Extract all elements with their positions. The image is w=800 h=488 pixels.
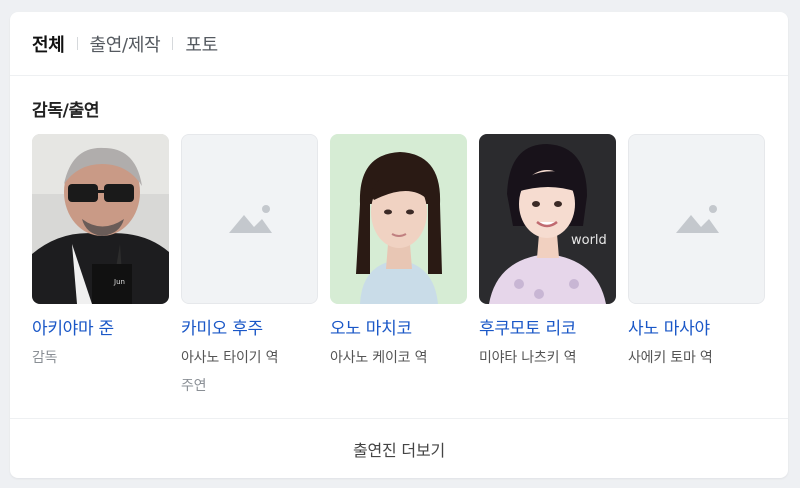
person-photo[interactable]: [330, 134, 467, 304]
person-name[interactable]: 오노 마치코: [330, 314, 467, 339]
tab-bar: 전체 출연/제작 포토: [10, 12, 788, 76]
person-item: world 후쿠모토 리코 미야타 나츠키 역: [479, 134, 616, 395]
person-item: 카미오 후주 아사노 타이기 역 주연: [181, 134, 318, 395]
image-placeholder-icon: [629, 135, 764, 303]
person-name[interactable]: 카미오 후주: [181, 314, 318, 339]
person-name[interactable]: 아키야마 준: [32, 314, 169, 339]
people-list: Jun 아키야마 준 감독 카미오 후주 아사노 타이기 역 주연 오노 마치코…: [32, 134, 765, 395]
cast-card: 전체 출연/제작 포토 감독/출연 Jun 아키야마 준 감독 카미오 후주 아…: [10, 12, 788, 478]
section-title: 감독/출연: [32, 101, 100, 121]
tab-all[interactable]: 전체: [32, 31, 65, 57]
person-item: 오노 마치코 아사노 케이코 역: [330, 134, 467, 395]
person-photo-placeholder[interactable]: [181, 134, 318, 304]
person-photo[interactable]: Jun: [32, 134, 169, 304]
person-role: 사에키 토마 역: [628, 350, 713, 366]
tab-divider: [76, 37, 78, 50]
person-name[interactable]: 사노 마사야: [628, 314, 765, 339]
person-item: 사노 마사야 사에키 토마 역: [628, 134, 765, 395]
person-role: 미야타 나츠키 역: [479, 350, 577, 366]
person-role: 감독: [32, 350, 58, 366]
tab-divider: [172, 37, 174, 50]
tab-cast-production[interactable]: 출연/제작: [90, 31, 161, 57]
person-name[interactable]: 후쿠모토 리코: [479, 314, 616, 339]
person-role: 아사노 케이코 역: [330, 350, 428, 366]
person-role-type: 주연: [181, 378, 207, 394]
person-role: 아사노 타이기 역: [181, 350, 279, 366]
show-more-cast-button[interactable]: 출연진 더보기: [10, 418, 788, 478]
person-photo-placeholder[interactable]: [628, 134, 765, 304]
tab-photo[interactable]: 포토: [185, 31, 218, 57]
person-photo[interactable]: world: [479, 134, 616, 304]
photo-overlay-text: world: [571, 233, 607, 248]
image-placeholder-icon: [182, 135, 317, 303]
person-item: Jun 아키야마 준 감독: [32, 134, 169, 395]
svg-text:Jun: Jun: [113, 278, 125, 286]
